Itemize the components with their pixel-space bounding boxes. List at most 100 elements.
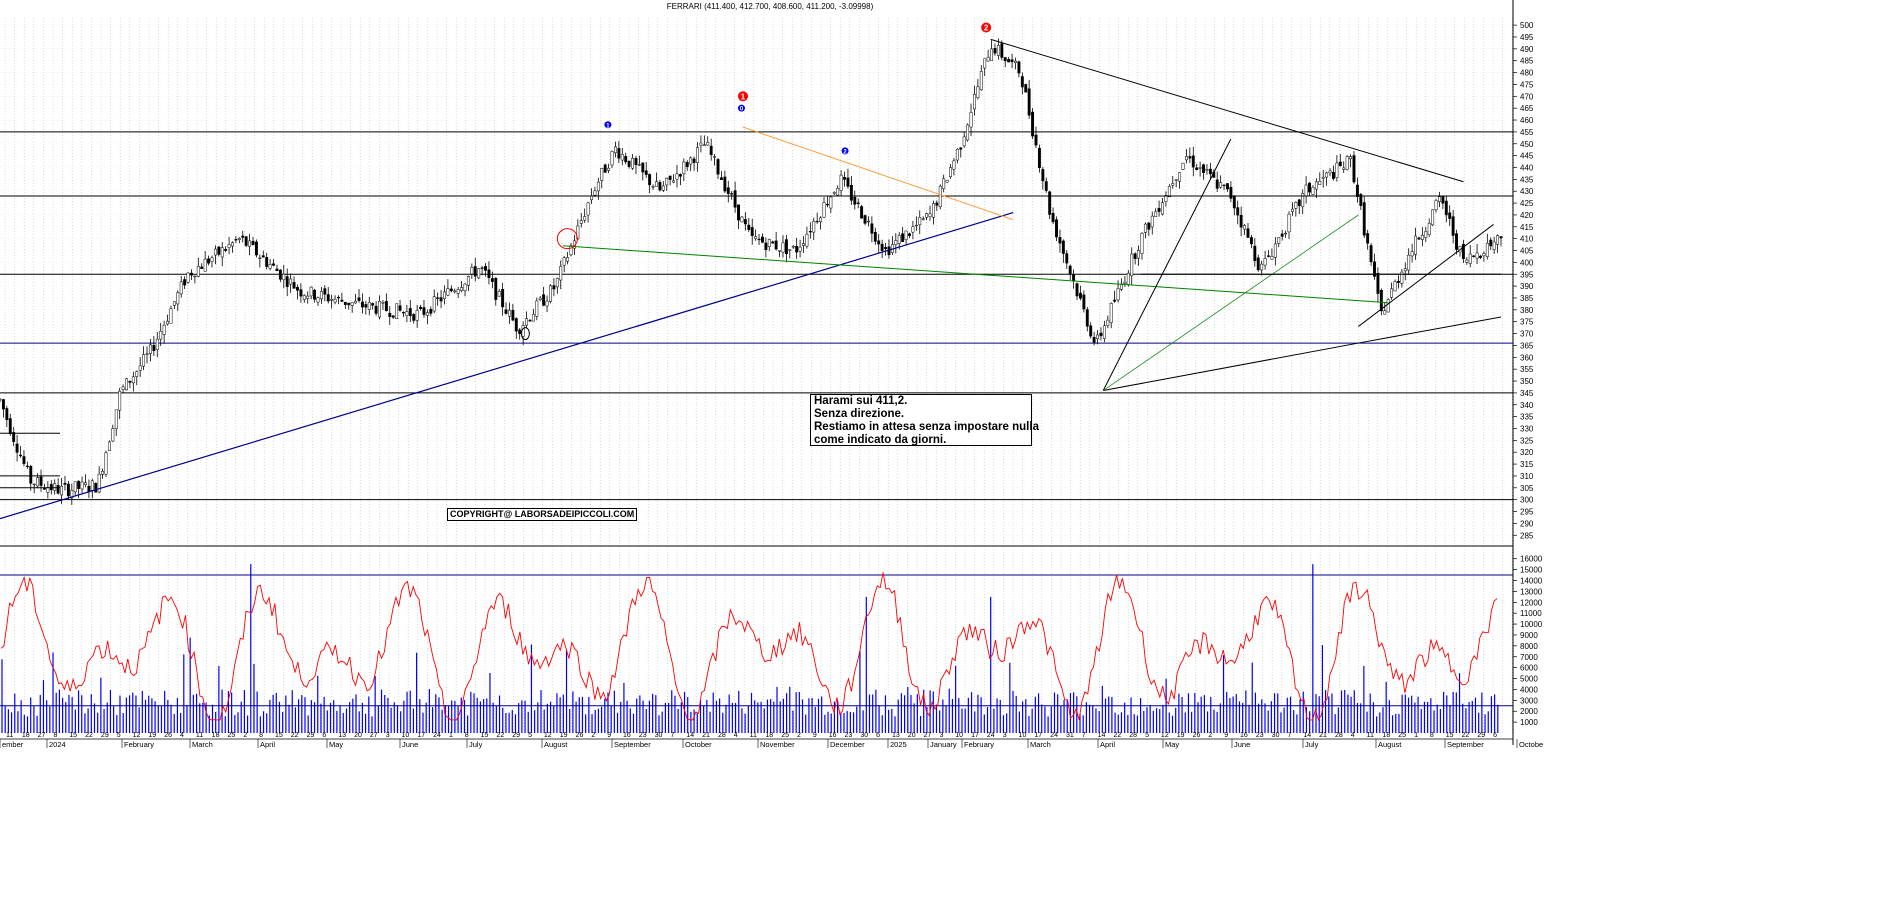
date-day-label: 24 (1050, 732, 1058, 739)
volume-tick-label: 14000 (1520, 577, 1543, 586)
candle-body (1311, 187, 1315, 195)
candle-body (90, 480, 94, 491)
candle-body (15, 443, 19, 453)
volume-tick-label: 2000 (1520, 707, 1538, 716)
candle-body (894, 240, 898, 246)
price-tick-label: 375 (1520, 318, 1534, 327)
candle-body (1167, 186, 1171, 198)
volume-tick-label: 4000 (1520, 685, 1538, 694)
month-label: October (685, 740, 712, 749)
candle-body (49, 484, 53, 491)
candle-body (880, 243, 884, 251)
candle-body (128, 380, 132, 383)
candle-body (405, 311, 409, 316)
date-day-label: 18 (1382, 732, 1390, 739)
candle-body (360, 301, 364, 308)
candle-body (976, 86, 980, 99)
candle-body (1414, 235, 1417, 255)
candle-body (1174, 179, 1178, 181)
candle-body (808, 231, 812, 233)
candle-body (388, 313, 392, 317)
month-label: November (760, 740, 795, 749)
candle-body (815, 220, 819, 223)
candle-body (528, 319, 532, 322)
candle-body (316, 297, 320, 303)
price-tick-label: 400 (1520, 258, 1534, 267)
candle-body (610, 151, 614, 166)
candle-body (1236, 207, 1240, 216)
candle-body (107, 441, 111, 452)
date-day-label: 13 (338, 732, 346, 739)
candle-body (1485, 242, 1489, 257)
price-tick-label: 485 (1520, 57, 1534, 66)
candle-body (1287, 213, 1291, 233)
candle-body (1007, 59, 1011, 63)
candle-body (959, 147, 963, 150)
candle-body (1345, 156, 1349, 170)
candle-body (566, 257, 570, 262)
candle-body (726, 187, 730, 194)
candle-body (1229, 186, 1233, 199)
candle-body (357, 297, 361, 301)
candle-body (1301, 193, 1305, 207)
candle-body (678, 174, 682, 177)
candle-body (121, 386, 125, 390)
candle-body (1308, 182, 1311, 193)
price-tick-label: 405 (1520, 247, 1534, 256)
candle-body (125, 378, 128, 391)
candle-body (1280, 233, 1284, 237)
candle-body (802, 243, 805, 246)
candle-body (1010, 59, 1014, 62)
trendline-orange (742, 126, 1014, 221)
volume-tick-label: 8000 (1520, 642, 1538, 651)
date-day-label: 27 (370, 732, 378, 739)
candle-body (921, 218, 925, 220)
date-day-label: 3 (386, 732, 390, 739)
date-day-label: 25 (1398, 732, 1406, 739)
date-axis-days: 11 18 27 8 15 22 29 5 12 19 26 4 11 18 25 2 8 15 22 29 6 13 20… (6, 732, 1497, 739)
candle-body (1137, 250, 1141, 259)
candle-body (378, 301, 381, 318)
price-tick-label: 295 (1520, 508, 1534, 517)
price-tick-label: 425 (1520, 199, 1534, 208)
candle-body (586, 202, 590, 216)
candle-body (655, 181, 658, 187)
candle-body (843, 177, 846, 180)
candle-body (709, 145, 713, 155)
candle-body (1034, 134, 1038, 146)
candle-body (1219, 182, 1223, 188)
candle-body (754, 236, 758, 239)
candle-body (795, 245, 799, 253)
candle-body (1037, 147, 1041, 168)
date-day-label: 18 (22, 732, 30, 739)
candle-body (1232, 196, 1236, 209)
date-day-label: 2 (591, 732, 595, 739)
date-day-label: 15 (69, 732, 77, 739)
candle-body (692, 158, 696, 163)
volume-tick-label: 1000 (1520, 718, 1538, 727)
candle-body (272, 263, 275, 266)
candle-body (1171, 183, 1175, 186)
candle-body (1349, 156, 1353, 160)
candle-body (306, 295, 310, 299)
date-day-label: 11 (750, 732, 757, 739)
candle-body (918, 217, 922, 226)
candle-body (1072, 274, 1076, 282)
candle-body (1424, 231, 1428, 238)
candles (0, 38, 1503, 505)
candle-body (224, 248, 228, 251)
candle-body (641, 162, 645, 173)
month-label: December (830, 740, 865, 749)
candle-body (747, 224, 751, 230)
candle-body (1055, 219, 1058, 238)
month-label: May (329, 740, 343, 749)
candle-body (1140, 232, 1144, 254)
candle-body (5, 408, 9, 420)
candle-body (1157, 208, 1161, 212)
candle-body (1376, 272, 1380, 294)
candle-body (443, 291, 446, 299)
price-tick-label: 465 (1520, 104, 1534, 113)
candle-body (330, 299, 334, 301)
candle-body (429, 309, 433, 314)
price-tick-label: 345 (1520, 389, 1534, 398)
